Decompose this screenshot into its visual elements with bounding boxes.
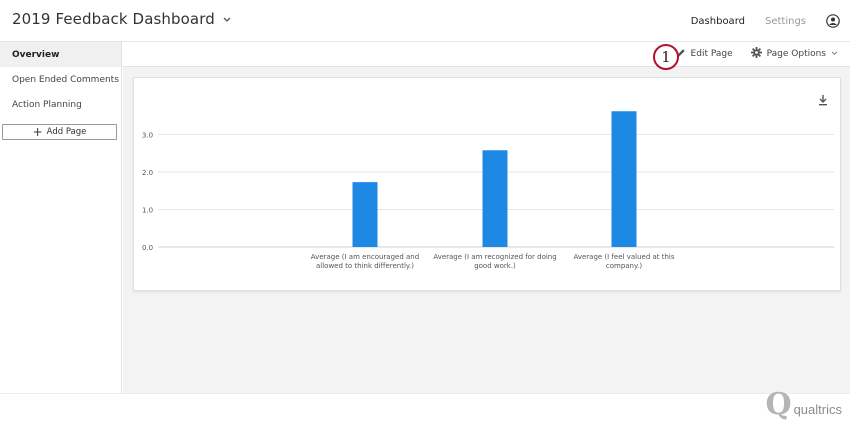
qualtrics-q-mark: Q — [765, 387, 792, 422]
dashboard-title-dropdown[interactable]: 2019 Feedback Dashboard — [12, 10, 231, 28]
nav-settings[interactable]: Settings — [765, 16, 806, 27]
bar — [611, 111, 637, 247]
dashboard-title: 2019 Feedback Dashboard — [12, 10, 215, 28]
y-tick-label: 2.0 — [142, 169, 153, 177]
sidebar: Overview Open Ended Comments Action Plan… — [0, 42, 122, 393]
add-page-label: Add Page — [46, 127, 87, 137]
y-tick-label: 0.0 — [142, 244, 153, 252]
sidebar-item-action-planning[interactable]: Action Planning — [0, 92, 121, 117]
bar — [352, 182, 378, 247]
edit-page-button[interactable]: Edit Page — [676, 48, 733, 61]
footer: Q qualtrics — [0, 390, 850, 425]
page-options-label: Page Options — [766, 49, 826, 59]
sidebar-item-label: Open Ended Comments — [12, 74, 119, 85]
plus-icon: + — [32, 125, 43, 139]
main-content: Edit Page Page Options 1 0.0 1.0 2.0 3.0… — [123, 42, 850, 393]
page-toolbar: Edit Page Page Options — [123, 42, 850, 67]
x-category-label: Average (I am recognized for doing — [433, 253, 556, 261]
user-circle-icon[interactable] — [826, 14, 840, 28]
download-icon[interactable] — [818, 91, 828, 106]
x-category-label: good work.) — [474, 262, 516, 270]
nav-dashboard[interactable]: Dashboard — [691, 16, 745, 27]
x-category-label: Average (I am encouraged and — [311, 253, 419, 261]
bar — [482, 150, 508, 247]
qualtrics-logo: Q qualtrics — [765, 390, 842, 420]
chevron-down-icon — [831, 49, 838, 59]
x-category-label: allowed to think differently.) — [316, 262, 414, 270]
annotation-number-badge: 1 — [653, 44, 679, 70]
x-category-label: company.) — [606, 262, 642, 270]
edit-page-label: Edit Page — [690, 49, 733, 59]
gear-icon — [750, 47, 762, 61]
y-tick-label: 3.0 — [142, 132, 153, 140]
brand-name: qualtrics — [793, 402, 842, 417]
top-nav: Dashboard Settings — [691, 0, 840, 42]
add-page-button[interactable]: + Add Page — [2, 124, 117, 140]
chart-widget: 0.0 1.0 2.0 3.0 Average (I am encouraged and… — [133, 77, 841, 291]
bar-chart: 0.0 1.0 2.0 3.0 Average (I am encouraged and… — [142, 111, 834, 270]
sidebar-item-label: Action Planning — [12, 99, 82, 110]
sidebar-item-overview[interactable]: Overview — [0, 42, 121, 67]
top-header: 2019 Feedback Dashboard Dashboard Settin… — [0, 0, 850, 42]
x-category-label: Average (I feel valued at this — [573, 253, 674, 261]
page-options-button[interactable]: Page Options — [750, 47, 838, 61]
sidebar-item-open-ended-comments[interactable]: Open Ended Comments — [0, 67, 121, 92]
y-tick-label: 1.0 — [142, 207, 153, 215]
sidebar-item-label: Overview — [12, 49, 60, 60]
chevron-down-icon — [223, 15, 231, 26]
